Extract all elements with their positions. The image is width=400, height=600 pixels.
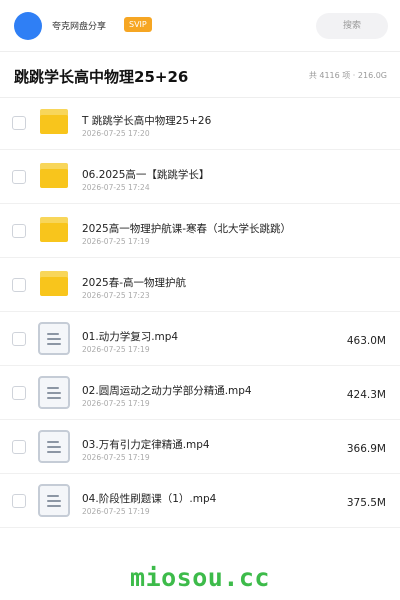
file-date: 2026-07-25 17:19 [82, 453, 150, 462]
file-size: 375.5M [346, 497, 386, 509]
folder-header: 跳跳学长高中物理25+26 共 4116 项 · 216.0G [0, 52, 400, 98]
folder-icon [38, 106, 70, 138]
file-size: 424.3M [346, 389, 386, 401]
document-icon [38, 376, 70, 409]
folder-icon [38, 160, 70, 192]
document-icon [38, 430, 70, 463]
folder-stats: 共 4116 项 · 216.0G [308, 71, 387, 80]
row-checkbox[interactable] [12, 386, 26, 400]
row-checkbox[interactable] [12, 116, 26, 130]
watermark-logo: miosou.cc [130, 563, 270, 592]
file-date: 2026-07-25 17:23 [82, 291, 150, 300]
folder-icon [38, 268, 70, 300]
avatar[interactable] [14, 12, 42, 40]
file-list: T 跳跳学长高中物理25+26 2026-07-25 17:20 06.2025… [0, 96, 400, 528]
row-checkbox[interactable] [12, 494, 26, 508]
file-name: 03.万有引力定律精通.mp4 [82, 439, 210, 451]
file-name: T 跳跳学长高中物理25+26 [82, 115, 212, 127]
file-name: 2025春-高一物理护航 [82, 277, 187, 289]
row-checkbox[interactable] [12, 170, 26, 184]
row-checkbox[interactable] [12, 440, 26, 454]
file-name: 2025高一物理护航课-寒春（北大学长跳跳） [82, 223, 292, 235]
file-date: 2026-07-25 17:24 [82, 183, 150, 192]
file-name: 02.圆周运动之动力学部分精通.mp4 [82, 385, 252, 397]
file-name: 04.阶段性刷题课（1）.mp4 [82, 493, 217, 505]
svip-badge: SVIP [124, 17, 152, 32]
list-item[interactable]: 03.万有引力定律精通.mp4 2026-07-25 17:19 366.9M [0, 420, 400, 474]
file-date: 2026-07-25 17:19 [82, 507, 150, 516]
list-item[interactable]: 02.圆周运动之动力学部分精通.mp4 2026-07-25 17:19 424… [0, 366, 400, 420]
list-item[interactable]: 2025高一物理护航课-寒春（北大学长跳跳） 2026-07-25 17:19 [0, 204, 400, 258]
sharer-name: 夸克网盘分享 [52, 22, 107, 32]
file-size: 463.0M [346, 335, 386, 347]
folder-icon [38, 214, 70, 246]
file-name: 01.动力学复习.mp4 [82, 331, 179, 343]
list-item[interactable]: 06.2025高一【跳跳学长】 2026-07-25 17:24 [0, 150, 400, 204]
top-bar: 夸克网盘分享 SVIP 搜索 [0, 0, 400, 52]
row-checkbox[interactable] [12, 332, 26, 346]
file-size: 366.9M [346, 443, 386, 455]
file-name: 06.2025高一【跳跳学长】 [82, 169, 210, 181]
list-item[interactable]: 2025春-高一物理护航 2026-07-25 17:23 [0, 258, 400, 312]
file-date: 2026-07-25 17:19 [82, 237, 150, 246]
document-icon [38, 484, 70, 517]
list-item[interactable]: T 跳跳学长高中物理25+26 2026-07-25 17:20 [0, 96, 400, 150]
file-date: 2026-07-25 17:20 [82, 129, 150, 138]
file-date: 2026-07-25 17:19 [82, 399, 150, 408]
row-checkbox[interactable] [12, 224, 26, 238]
search-input[interactable]: 搜索 [316, 13, 388, 39]
file-date: 2026-07-25 17:19 [82, 345, 150, 354]
document-icon [38, 322, 70, 355]
page-title: 跳跳学长高中物理25+26 [14, 68, 189, 86]
list-item[interactable]: 04.阶段性刷题课（1）.mp4 2026-07-25 17:19 375.5M [0, 474, 400, 528]
row-checkbox[interactable] [12, 278, 26, 292]
list-item[interactable]: 01.动力学复习.mp4 2026-07-25 17:19 463.0M [0, 312, 400, 366]
